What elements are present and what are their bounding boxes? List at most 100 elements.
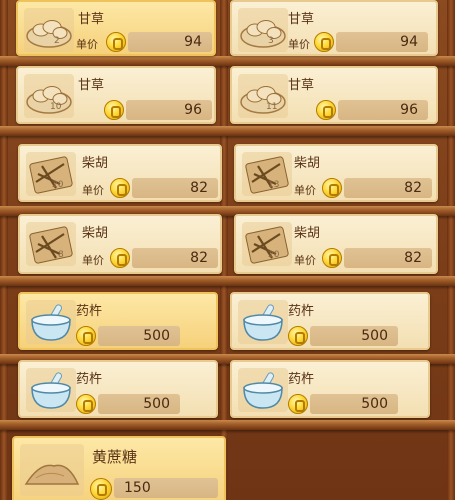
item-name: 甘草 [288,12,315,27]
licorice-icon [26,86,72,114]
item-price: 82 [190,250,208,266]
mortar-pestle-icon [243,372,283,409]
price-bar: 82 [132,248,218,268]
item-quantity: 11 [266,102,278,112]
bupleurum-icon [29,226,73,264]
price-bar: 150 [114,478,218,498]
item-name: 药杵 [76,372,103,387]
item-icon-box [26,300,76,344]
licorice-icon [240,86,286,114]
shelf-board [0,56,455,66]
coin-icon [110,248,130,268]
item-icon-box [238,74,288,118]
shop-item-card[interactable]: 药杵 500 [230,360,430,418]
shelf-board [0,420,455,430]
unit-price-label: 单价 [82,184,104,197]
item-name: 甘草 [78,12,105,27]
item-price: 96 [184,102,202,118]
unit-price-label: 单价 [294,254,316,267]
price-bar: 82 [344,248,432,268]
item-icon-box [26,152,76,196]
item-price: 82 [190,180,208,196]
coin-icon [322,178,342,198]
coin-icon [288,326,308,346]
item-quantity: 10 [50,102,62,112]
item-name: 柴胡 [82,156,109,171]
mortar-pestle-icon [243,304,283,341]
coin-icon [76,326,96,346]
item-price: 82 [404,250,422,266]
shop-item-card[interactable]: 20 柴胡 单价 82 [18,144,222,202]
item-name: 甘草 [288,78,315,93]
item-price: 500 [361,328,388,344]
brown-sugar-icon [24,464,80,485]
featured-item-card[interactable]: 黄蔗糖 150 [12,436,226,500]
item-icon-box [20,444,84,496]
unit-price-label: 单价 [82,254,104,267]
price-bar: 82 [344,178,432,198]
shop-item-card[interactable]: 2 甘草 单价 94 [16,0,216,56]
item-price: 500 [361,396,388,412]
unit-price-label: 单价 [76,38,98,51]
item-quantity: 2 [54,36,60,46]
shop-item-card[interactable]: 药杵 500 [230,292,430,350]
item-quantity: 8 [58,250,64,260]
price-bar: 96 [338,100,428,120]
unit-price-label: 单价 [294,184,316,197]
item-quantity: 20 [52,180,64,190]
price-bar: 94 [128,32,212,52]
price-bar: 500 [310,326,398,346]
shelf-board [0,126,455,136]
item-icon-box [238,8,288,52]
shop-shelf: 2 甘草 单价 94 3 甘草 单价 94 10 甘草 96 11 甘草 96 … [0,0,455,500]
item-price: 500 [143,396,170,412]
price-bar: 500 [98,394,180,414]
item-price: 96 [400,102,418,118]
shop-item-card[interactable]: 11 甘草 96 [230,66,438,124]
item-price: 94 [184,34,202,50]
coin-icon [288,394,308,414]
licorice-icon [240,20,286,48]
item-name: 药杵 [76,304,103,319]
shelf-board [0,276,455,286]
item-price: 500 [143,328,170,344]
price-bar: 500 [98,326,180,346]
item-price: 94 [400,34,418,50]
price-bar: 82 [132,178,218,198]
item-name: 药杵 [288,372,315,387]
bupleurum-icon [29,156,73,194]
item-name: 甘草 [78,78,105,93]
shop-item-card[interactable]: 20 柴胡 单价 82 [234,214,438,274]
item-price: 82 [404,180,422,196]
item-icon-box [242,222,292,266]
shop-item-card[interactable]: 药杵 500 [18,360,218,418]
shop-item-card[interactable]: 药杵 500 [18,292,218,350]
item-icon-box [238,300,288,344]
unit-price-label: 单价 [288,38,310,51]
shop-item-card[interactable]: 10 甘草 96 [16,66,216,124]
item-icon-box [242,152,292,196]
mortar-pestle-icon [31,304,71,341]
item-name: 柴胡 [294,226,321,241]
item-name: 柴胡 [82,226,109,241]
coin-icon [316,100,336,120]
item-quantity: 20 [268,250,280,260]
item-price: 150 [124,480,151,496]
coin-icon [104,100,124,120]
item-name: 药杵 [288,304,315,319]
item-icon-box [238,368,288,412]
item-quantity: 3 [268,36,274,46]
item-icon-box [24,74,74,118]
coin-icon [322,248,342,268]
shop-item-card[interactable]: 3 甘草 单价 94 [230,0,438,56]
price-bar: 94 [336,32,428,52]
shop-item-card[interactable]: 8 柴胡 单价 82 [18,214,222,274]
item-name: 柴胡 [294,156,321,171]
coin-icon [110,178,130,198]
licorice-icon [26,20,72,48]
coin-icon [90,478,112,500]
bupleurum-icon [245,156,289,194]
bupleurum-icon [245,226,289,264]
item-quantity: 13 [268,180,280,190]
shop-item-card[interactable]: 13 柴胡 单价 82 [234,144,438,202]
